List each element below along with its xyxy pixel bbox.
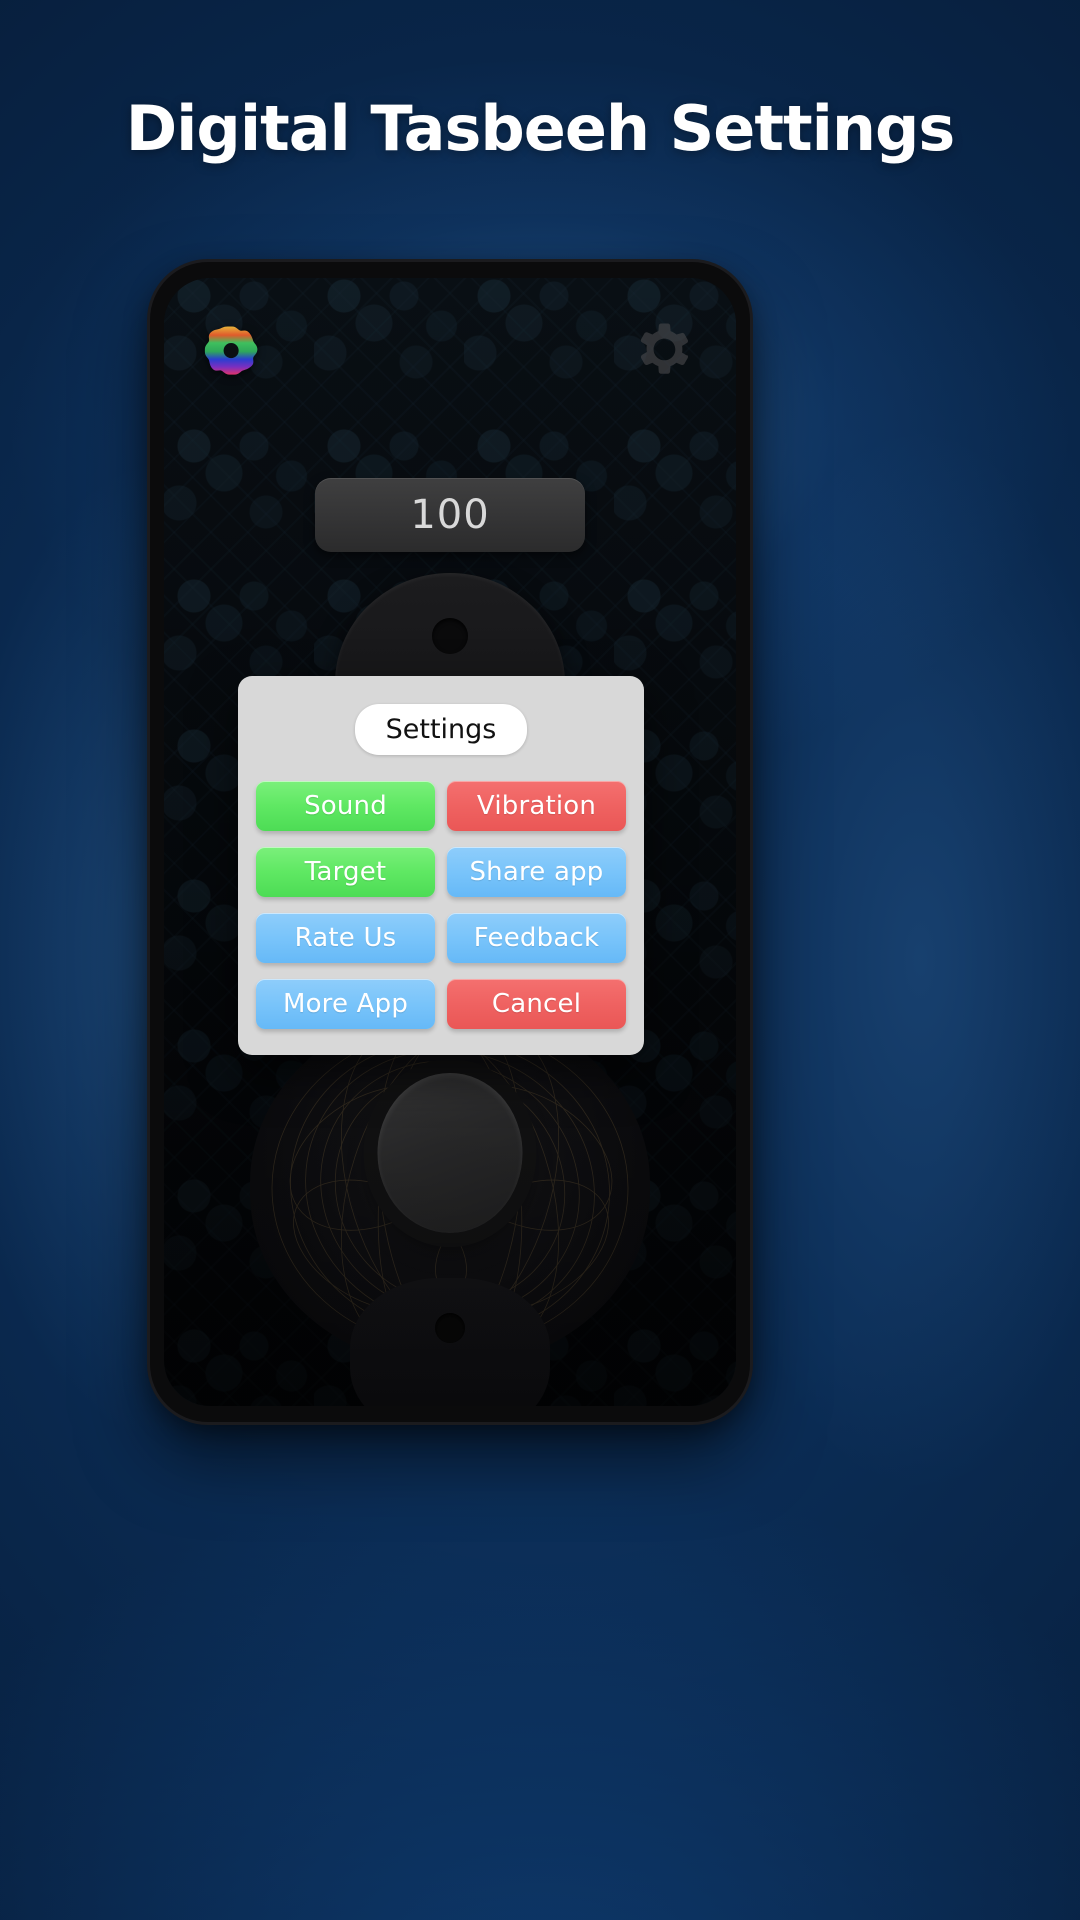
feedback-button[interactable]: Feedback [447,913,626,963]
sound-button[interactable]: Sound [256,781,435,831]
rate-us-button[interactable]: Rate Us [256,913,435,963]
counter-value: 100 [410,492,490,538]
tasbeeh-count-button[interactable] [377,1073,523,1233]
page-title: Digital Tasbeeh Settings [125,92,956,165]
dialog-title: Settings [355,704,527,755]
tasbeeh-hole-bottom [435,1313,465,1343]
cancel-button[interactable]: Cancel [447,979,626,1029]
share-app-button[interactable]: Share app [447,847,626,897]
tasbeeh-hole-top [432,618,468,654]
rainbow-flower-icon[interactable] [204,323,260,379]
target-button[interactable]: Target [256,847,435,897]
more-app-button[interactable]: More App [256,979,435,1029]
gear-icon[interactable] [632,320,694,382]
settings-button-grid: Sound Vibration Target Share app Rate Us… [238,781,644,1029]
screenshot-stage: Digital Tasbeeh Settings 100 Settings So… [0,0,1080,1920]
vibration-button[interactable]: Vibration [447,781,626,831]
counter-display[interactable]: 100 [315,478,585,552]
settings-dialog: Settings Sound Vibration Target Share ap… [238,676,644,1055]
dialog-title-row: Settings [238,676,644,781]
